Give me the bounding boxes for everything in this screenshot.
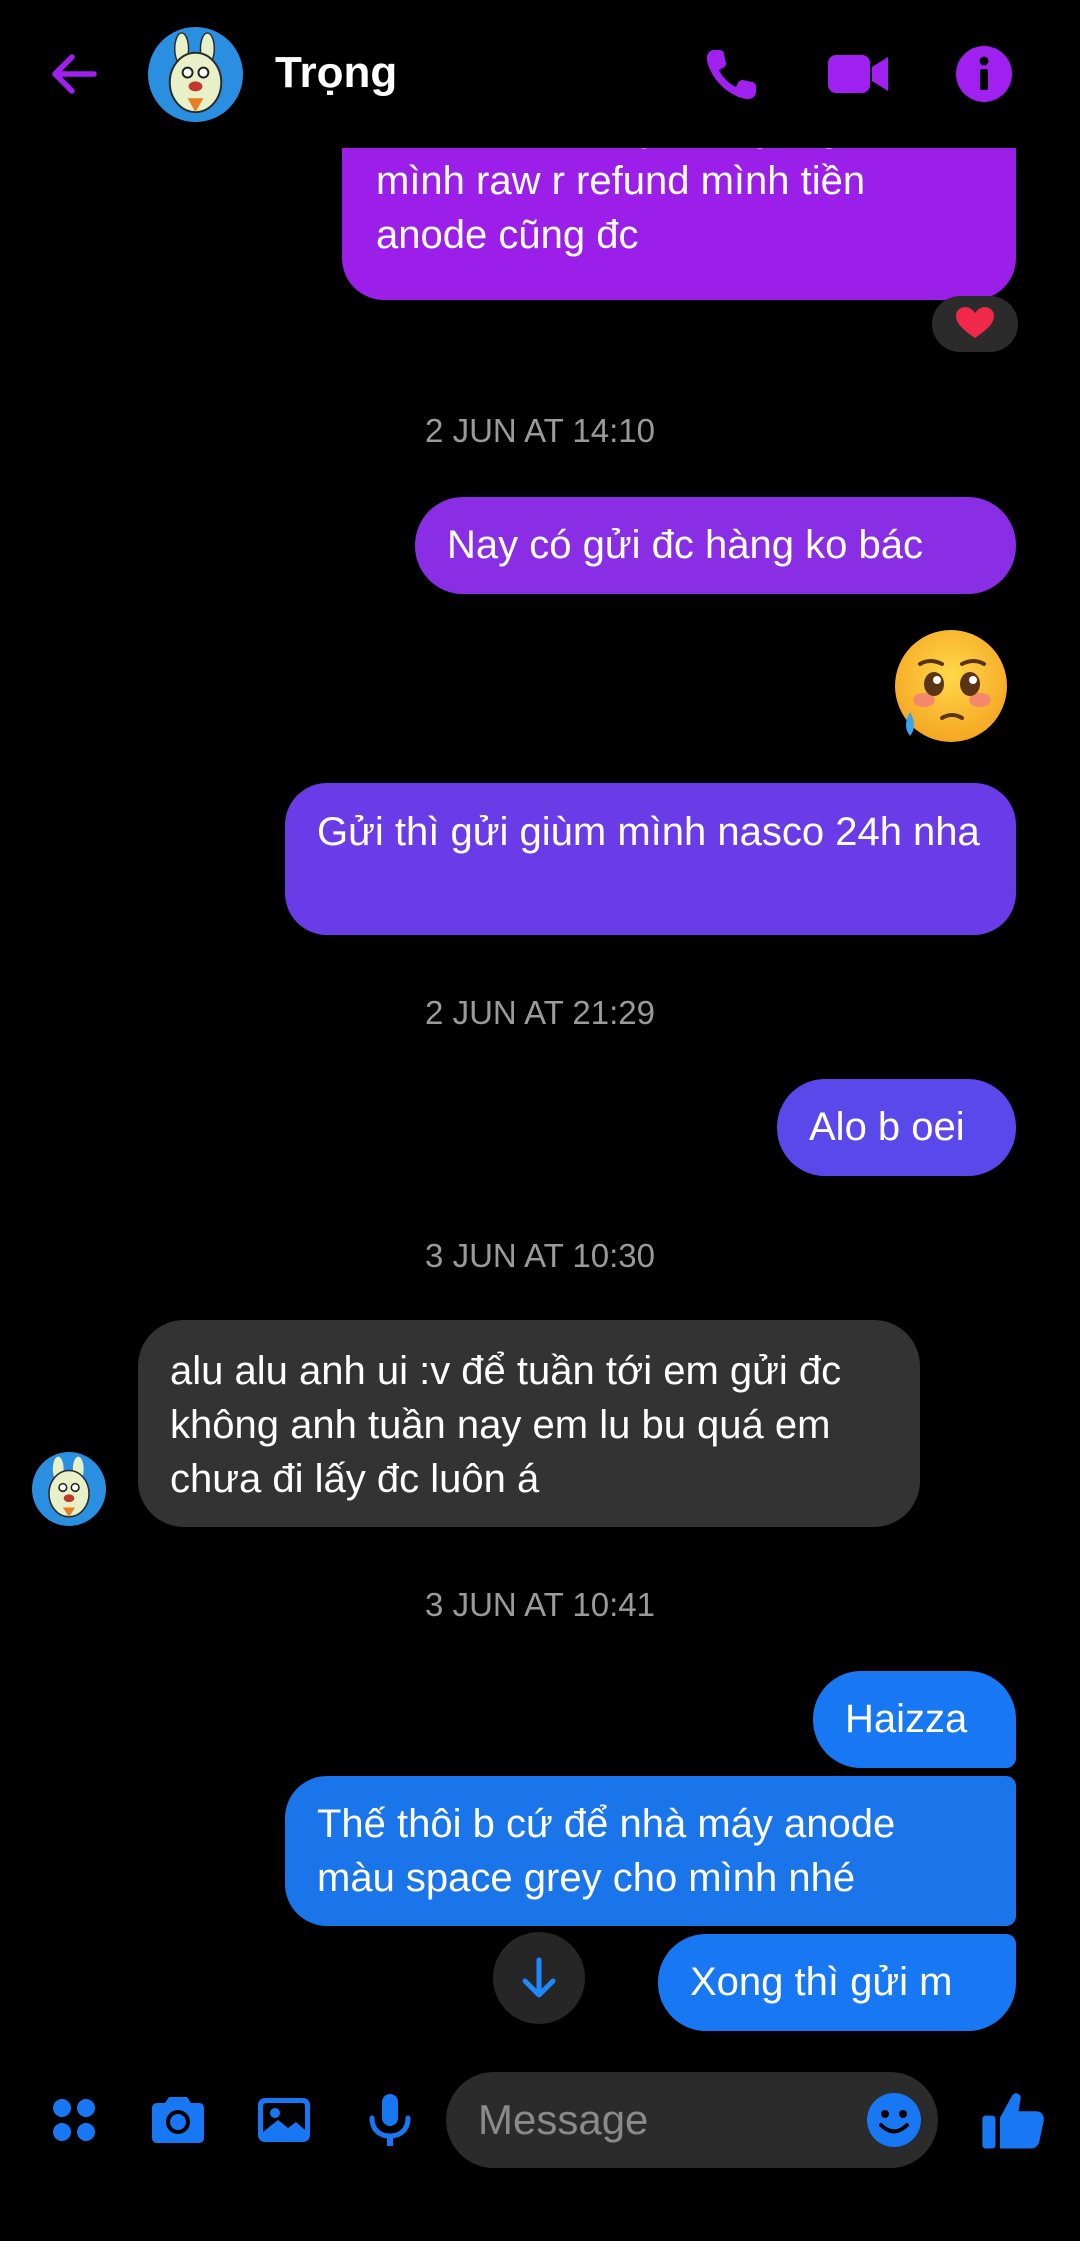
pleading-face-emoji[interactable] bbox=[888, 628, 1010, 750]
microphone-icon[interactable] bbox=[358, 2088, 422, 2152]
contact-name[interactable]: Trọng bbox=[275, 48, 397, 98]
message-text: Xong thì gửi m bbox=[690, 1960, 953, 2004]
message-text: alu alu anh ui :v để tuần tới em gửi đc … bbox=[170, 1349, 842, 1501]
message-input[interactable]: Message bbox=[446, 2072, 938, 2168]
timestamp: 2 JUN AT 21:29 bbox=[425, 994, 655, 1031]
emoji-icon[interactable] bbox=[864, 2090, 924, 2150]
message-bubble-sent[interactable]: Xong thì gửi m bbox=[658, 1934, 1016, 2031]
reaction-badge[interactable] bbox=[932, 296, 1018, 352]
conversation-header: Trọng bbox=[0, 0, 1080, 148]
message-bubble-sent[interactable]: Haizza bbox=[813, 1671, 1016, 1768]
message-text: Nay có gửi đc hàng ko bác bbox=[447, 523, 923, 567]
arrow-down-icon bbox=[522, 1957, 556, 1998]
scroll-to-bottom-button[interactable] bbox=[493, 1932, 585, 2024]
contact-avatar[interactable] bbox=[32, 1452, 106, 1526]
contact-avatar[interactable] bbox=[148, 27, 243, 122]
message-text: Haizza bbox=[845, 1697, 968, 1741]
info-icon[interactable] bbox=[952, 42, 1016, 106]
camera-icon[interactable] bbox=[146, 2088, 210, 2152]
timestamp: 3 JUN AT 10:41 bbox=[425, 1586, 655, 1623]
message-text: Gửi thì gửi giùm mình nasco 24h nha bbox=[317, 810, 980, 854]
back-arrow-icon[interactable] bbox=[44, 44, 104, 104]
message-text: Alo b oei bbox=[809, 1105, 965, 1149]
timestamp: 3 JUN AT 10:30 bbox=[425, 1237, 655, 1274]
message-input-placeholder: Message bbox=[478, 2096, 649, 2143]
message-bubble-sent[interactable]: Gửi thì gửi giùm mình nasco 24h nha bbox=[285, 783, 1016, 935]
timestamp: 2 JUN AT 14:10 bbox=[425, 412, 655, 449]
video-camera-icon[interactable] bbox=[826, 42, 890, 106]
message-bubble-received[interactable]: alu alu anh ui :v để tuần tới em gửi đc … bbox=[138, 1320, 920, 1527]
message-bubble-sent[interactable]: Alo b oei bbox=[777, 1079, 1016, 1176]
gallery-icon[interactable] bbox=[252, 2088, 316, 2152]
message-bubble-sent[interactable]: Thế thôi b cứ để nhà máy anode màu space… bbox=[285, 1776, 1016, 1926]
phone-icon[interactable] bbox=[700, 42, 764, 106]
thumbs-up-icon[interactable] bbox=[978, 2085, 1048, 2155]
message-bubble-sent[interactable]: Nay có gửi đc hàng ko bác bbox=[415, 497, 1016, 594]
menu-dots-icon[interactable] bbox=[42, 2088, 106, 2152]
message-text: Thế thôi b cứ để nhà máy anode màu space… bbox=[317, 1802, 896, 1900]
message-list[interactable]: mai nhờ bác lấy về r gửi giùm mình raw r… bbox=[0, 0, 1080, 2060]
heart-icon bbox=[956, 307, 994, 338]
